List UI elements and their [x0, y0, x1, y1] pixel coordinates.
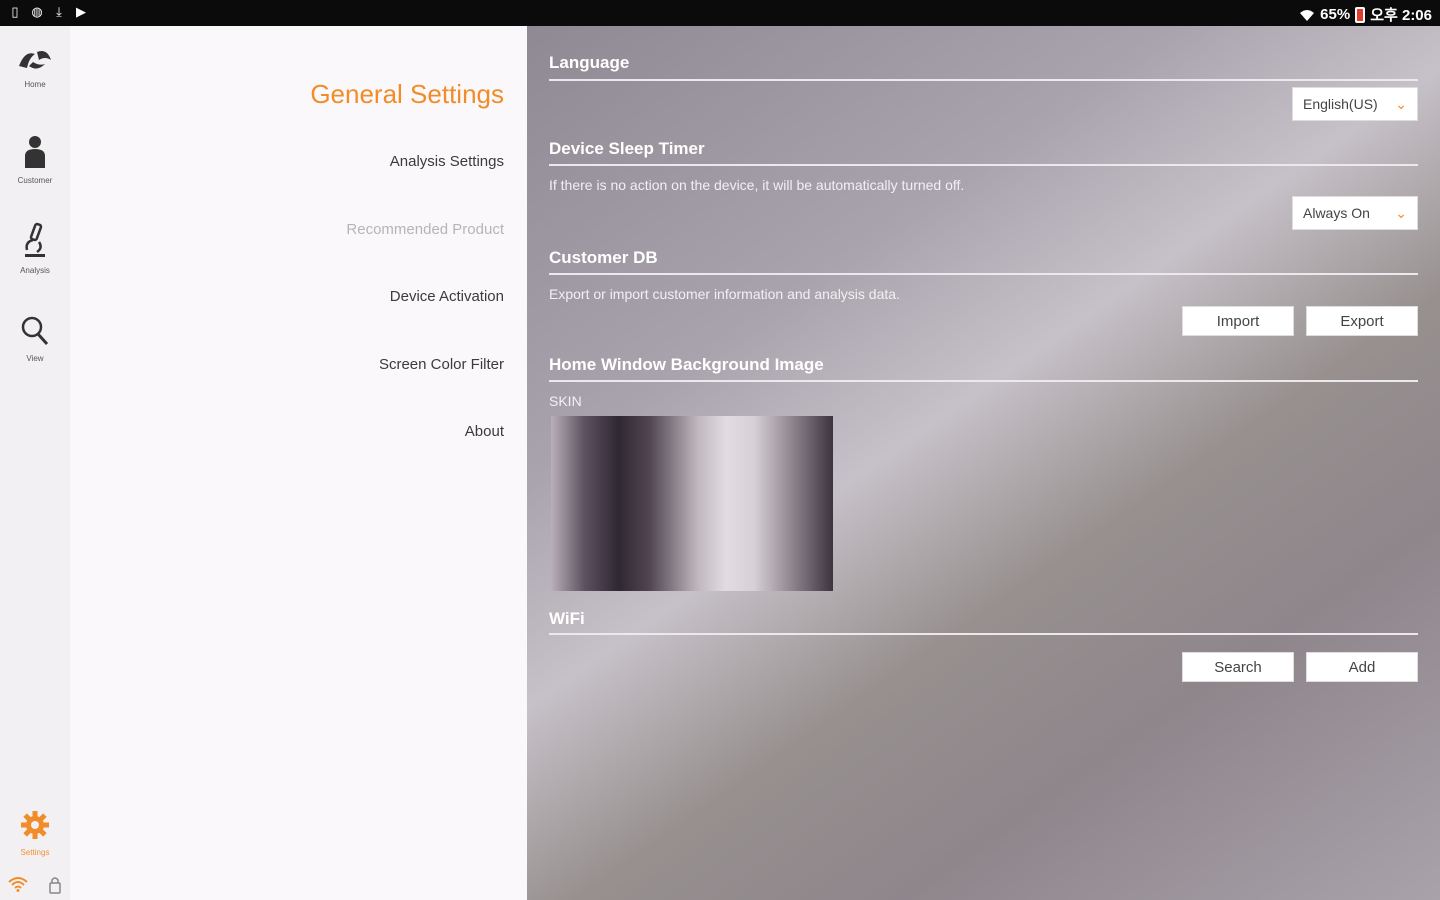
- battery-percent: 65%: [1320, 6, 1351, 23]
- skin-background-thumbnail[interactable]: [551, 416, 833, 591]
- gear-icon: [21, 811, 49, 839]
- lock-icon: [49, 877, 61, 894]
- sleep-timer-description: If there is no action on the device, it …: [549, 177, 965, 193]
- wifi-add-button[interactable]: Add: [1306, 652, 1418, 682]
- customer-db-title: Customer DB: [549, 248, 658, 267]
- sleep-timer-divider: [549, 164, 1418, 166]
- status-icons-left: ▯ ◍ ⤓ ▶: [8, 4, 88, 20]
- rail-item-view[interactable]: View: [0, 310, 70, 390]
- customer-db-description: Export or import customer information an…: [549, 286, 900, 302]
- settings-content: Language English(US) ⌄ Device Sleep Time…: [527, 26, 1440, 900]
- search-icon: [21, 316, 49, 346]
- sleep-timer-dropdown[interactable]: Always On ⌄: [1292, 196, 1418, 230]
- sleep-timer-value: Always On: [1303, 205, 1370, 221]
- rail-label-settings: Settings: [20, 848, 50, 857]
- chevron-down-icon: ⌄: [1395, 204, 1407, 221]
- menu-item-device-activation[interactable]: Device Activation: [390, 288, 504, 305]
- download-icon: ⤓: [56, 4, 62, 19]
- rail-bottom-status: [0, 876, 70, 894]
- rail-label-home: Home: [24, 80, 46, 89]
- language-value: English(US): [1303, 96, 1378, 112]
- nav-rail: Home Customer Analysis View Settings: [0, 26, 70, 900]
- play-store-icon: ▶: [76, 4, 86, 19]
- background-title: Home Window Background Image: [549, 355, 824, 374]
- rail-label-view: View: [26, 354, 44, 363]
- chevron-down-icon: ⌄: [1395, 95, 1407, 112]
- home-logo-icon: [19, 51, 51, 69]
- person-icon: [25, 136, 45, 168]
- background-divider: [549, 380, 1418, 382]
- language-dropdown[interactable]: English(US) ⌄: [1292, 87, 1418, 121]
- microscope-icon: [25, 222, 45, 257]
- rail-label-analysis: Analysis: [20, 266, 50, 275]
- customer-db-divider: [549, 273, 1418, 275]
- wifi-icon: [8, 877, 28, 892]
- rail-item-home[interactable]: Home: [0, 42, 70, 122]
- menu-item-recommended-product[interactable]: Recommended Product: [346, 221, 504, 238]
- menu-item-screen-color-filter[interactable]: Screen Color Filter: [379, 356, 504, 373]
- wifi-search-button[interactable]: Search: [1182, 652, 1294, 682]
- sleep-timer-title: Device Sleep Timer: [549, 139, 705, 158]
- language-divider: [549, 79, 1418, 81]
- wifi-signal-icon: [1300, 9, 1315, 21]
- export-button[interactable]: Export: [1306, 306, 1418, 336]
- status-bar: ▯ ◍ ⤓ ▶ 65% 오후 2:06: [0, 0, 1440, 26]
- language-title: Language: [549, 53, 630, 72]
- sim-icon: ▯: [11, 4, 19, 19]
- rail-item-settings[interactable]: Settings: [0, 804, 70, 884]
- page-title: General Settings: [310, 79, 504, 109]
- import-button[interactable]: Import: [1182, 306, 1294, 336]
- rail-item-analysis[interactable]: Analysis: [0, 218, 70, 298]
- rail-item-customer[interactable]: Customer: [0, 130, 70, 210]
- globe-icon: ◍: [31, 4, 43, 19]
- battery-icon: [1355, 6, 1366, 23]
- status-icons-right: 65% 오후 2:06: [1299, 4, 1432, 25]
- clock: 오후 2:06: [1370, 7, 1432, 24]
- rail-label-customer: Customer: [17, 176, 53, 185]
- menu-item-analysis-settings[interactable]: Analysis Settings: [390, 153, 504, 170]
- skin-label: SKIN: [549, 393, 582, 409]
- settings-menu: General Settings Analysis Settings Recom…: [70, 26, 527, 900]
- menu-item-about[interactable]: About: [465, 423, 504, 440]
- wifi-title: WiFi: [549, 609, 585, 628]
- wifi-divider: [549, 633, 1418, 635]
